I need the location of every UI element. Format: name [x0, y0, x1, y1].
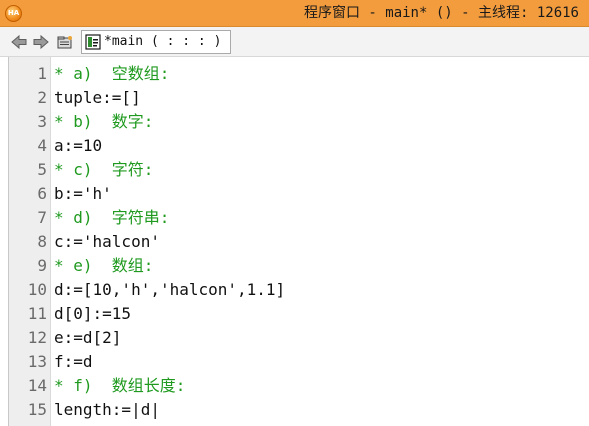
procedure-icon [85, 34, 101, 50]
code-text: d:=[10,'h','halcon',1.1] [54, 280, 286, 299]
code-line[interactable]: 14 * f) 数组长度: [9, 374, 589, 398]
code-line[interactable]: 15 length:=|d| [9, 398, 589, 422]
line-number: 9 [37, 256, 47, 275]
code-line[interactable]: 11 d[0]:=15 [9, 302, 589, 326]
code-text: d[0]:=15 [54, 304, 132, 323]
code-line[interactable]: 4 a:=10 [9, 134, 589, 158]
code-line[interactable]: 3 * b) 数字: [9, 110, 589, 134]
arrow-right-icon[interactable] [33, 34, 49, 50]
title-bar: HA 程序窗口 - main* () - 主线程: 12616 [0, 0, 589, 27]
code-text: c:='halcon' [54, 232, 160, 251]
code-text: a:=10 [54, 136, 103, 155]
tab-main-procedure[interactable]: *main ( : : : ) [81, 30, 231, 54]
comment-text: * e) 数组: [54, 256, 154, 275]
code-line[interactable]: 2 tuple:=[] [9, 86, 589, 110]
code-line[interactable]: 13 f:=d [9, 350, 589, 374]
code-line[interactable]: 5 * c) 字符: [9, 158, 589, 182]
comment-text: * c) 字符: [54, 160, 154, 179]
line-number: 5 [37, 160, 47, 179]
halcon-app-icon[interactable]: HA [5, 5, 22, 22]
code-line[interactable]: 1 * a) 空数组: [9, 62, 589, 86]
folder-open-icon[interactable] [57, 34, 73, 50]
code-text: tuple:=[] [54, 88, 141, 107]
code-line[interactable]: 12 e:=d[2] [9, 326, 589, 350]
line-number: 6 [37, 184, 47, 203]
code-line[interactable]: 8 c:='halcon' [9, 230, 589, 254]
arrow-left-icon[interactable] [11, 34, 27, 50]
line-number: 3 [37, 112, 47, 131]
code-text: f:=d [54, 352, 93, 371]
line-number: 11 [27, 304, 47, 323]
code-line[interactable]: 10 d:=[10,'h','halcon',1.1] [9, 278, 589, 302]
comment-text: * a) 空数组: [54, 64, 170, 83]
code-text: b:='h' [54, 184, 112, 203]
code-text: length:=|d| [54, 400, 160, 419]
code-line[interactable]: 9 * e) 数组: [9, 254, 589, 278]
line-number: 8 [37, 232, 47, 251]
line-number: 10 [27, 280, 47, 299]
comment-text: * f) 数组长度: [54, 376, 186, 395]
window-title: 程序窗口 - main* () - 主线程: 12616 [303, 5, 579, 21]
comment-text: * b) 数字: [54, 112, 154, 131]
code-editor[interactable]: 1 * a) 空数组: 2 tuple:=[] 3 * b) 数字: 4 a:=10 5 * c)… [8, 57, 589, 426]
code-line[interactable]: 7 * d) 字符串: [9, 206, 589, 230]
line-number: 13 [27, 352, 47, 371]
comment-text: * d) 字符串: [54, 208, 170, 227]
line-number: 12 [27, 328, 47, 347]
toolbar: *main ( : : : ) [0, 27, 589, 57]
line-number: 7 [37, 208, 47, 227]
line-number: 1 [37, 64, 47, 83]
code-text: e:=d[2] [54, 328, 122, 347]
line-number: 4 [37, 136, 47, 155]
tab-label: *main ( : : : ) [104, 34, 222, 49]
line-number: 2 [37, 88, 47, 107]
line-number: 15 [27, 400, 47, 419]
line-number: 14 [27, 376, 47, 395]
code-line[interactable]: 6 b:='h' [9, 182, 589, 206]
